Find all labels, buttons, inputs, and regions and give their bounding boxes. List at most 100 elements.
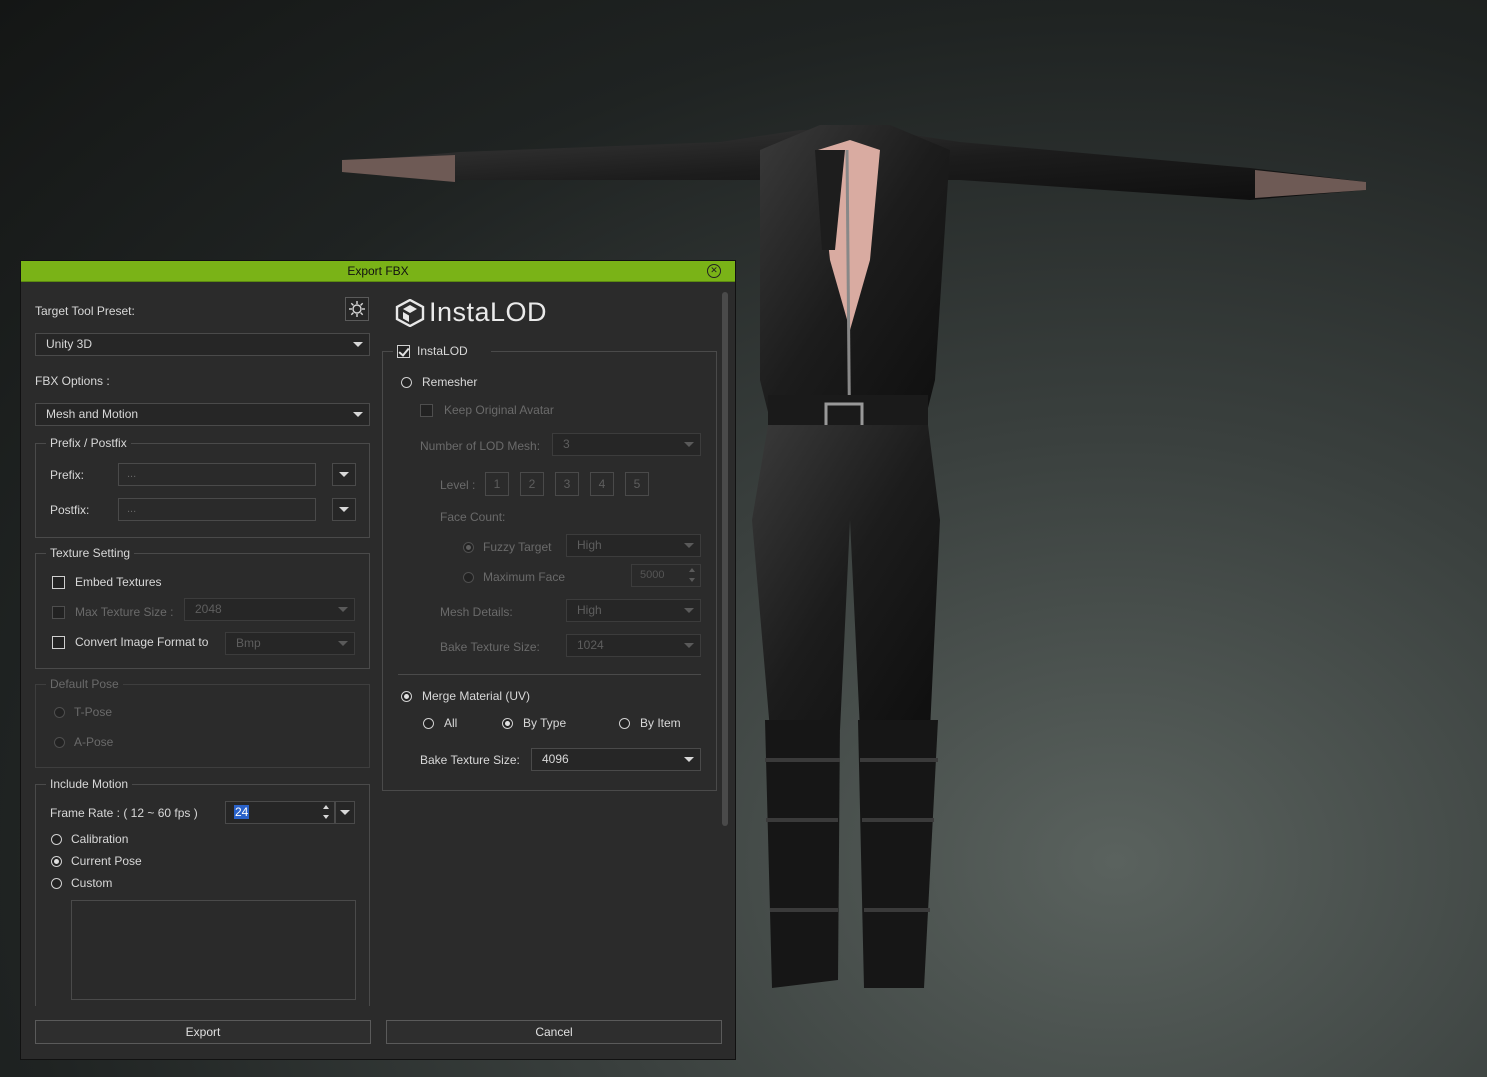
level-1-button[interactable]: 1 [485,472,509,496]
target-tool-preset-select[interactable]: Unity 3D [35,333,370,356]
chevron-down-icon [353,342,363,347]
merge-material-radio[interactable] [401,691,412,702]
chevron-down-icon [684,608,694,613]
custom-radio[interactable] [51,878,62,889]
export-button[interactable]: Export [35,1020,371,1044]
instalod-checkbox[interactable] [397,345,410,358]
merge-by-item-radio[interactable] [619,718,630,729]
chevron-down-icon [339,507,349,512]
instalod-legend: InstaLOD [393,344,491,360]
image-format-select[interactable]: Bmp [225,632,355,655]
lod-mesh-select[interactable]: 3 [552,433,701,456]
t-pose-label: T-Pose [74,705,113,719]
dialog-title-bar[interactable]: Export FBX ✕ [21,261,735,282]
cancel-button[interactable]: Cancel [386,1020,722,1044]
prefix-input[interactable]: ... [118,463,316,486]
spin-down-icon[interactable] [323,815,329,819]
prefix-dropdown-button[interactable] [332,463,356,486]
merge-all-radio[interactable] [423,718,434,729]
chevron-down-icon [340,810,350,815]
fuzzy-target-label: Fuzzy Target [483,540,552,554]
right-panel-scrollbar[interactable] [722,292,728,826]
merge-by-type-label: By Type [523,716,567,730]
a-pose-radio[interactable] [54,737,65,748]
instalod-enable-label: InstaLOD [417,344,468,358]
merge-by-item-label: By Item [640,716,681,730]
level-5-button[interactable]: 5 [625,472,649,496]
merge-material-label: Merge Material (UV) [422,689,531,703]
default-pose-group: Default Pose T-Pose A-Pose [35,677,370,768]
level-3-button[interactable]: 3 [555,472,579,496]
level-label: Level : [440,478,476,492]
calibration-label: Calibration [71,832,129,846]
spin-up-icon[interactable] [323,805,329,809]
default-pose-legend: Default Pose [46,677,123,691]
include-motion-legend: Include Motion [46,777,133,791]
current-pose-radio[interactable] [51,856,62,867]
prefix-label: Prefix: [50,468,85,482]
maximum-face-label: Maximum Face [483,570,566,584]
t-pose-radio[interactable] [54,707,65,718]
fbx-options-select[interactable]: Mesh and Motion [35,403,370,426]
embed-textures-checkbox[interactable] [52,576,65,589]
frame-rate-spinner[interactable] [321,801,333,824]
postfix-dropdown-button[interactable] [332,498,356,521]
max-texture-size-value: 2048 [195,602,222,616]
mesh-details-select[interactable]: High [566,599,701,622]
fuzzy-target-select[interactable]: High [566,534,701,557]
remesher-label: Remesher [422,375,478,389]
lod-mesh-label: Number of LOD Mesh: [420,439,541,453]
max-texture-size-checkbox[interactable] [52,606,65,619]
frame-rate-value: 24 [234,805,250,819]
max-texture-size-label: Max Texture Size : [75,605,174,619]
target-tool-preset-label: Target Tool Preset: [35,304,135,318]
export-fbx-dialog: Export FBX ✕ Target Tool Preset: Unity 3… [20,260,736,1060]
custom-label: Custom [71,876,113,890]
instalod-logo-icon [395,299,425,327]
current-pose-label: Current Pose [71,854,142,868]
maximum-face-spinner[interactable] [687,564,699,587]
chevron-down-icon [338,607,348,612]
merge-by-type-radio[interactable] [502,718,513,729]
mesh-details-value: High [577,603,602,617]
chevron-down-icon [353,412,363,417]
instalod-logo-text: InstaLOD [429,297,548,327]
preset-settings-button[interactable] [345,297,369,321]
prefix-postfix-legend: Prefix / Postfix [46,436,131,450]
convert-image-format-checkbox[interactable] [52,636,65,649]
postfix-label: Postfix: [50,503,90,517]
max-texture-size-select[interactable]: 2048 [184,598,355,621]
bake-texture-size-disabled-value: 1024 [577,638,604,652]
postfix-input[interactable]: ... [118,498,316,521]
chevron-down-icon [684,442,694,447]
bake-texture-size-select[interactable]: 4096 [531,748,701,771]
embed-textures-label: Embed Textures [75,575,162,589]
frame-rate-dropdown-button[interactable] [335,801,355,824]
maximum-face-radio[interactable] [463,572,474,583]
remesher-radio[interactable] [401,377,412,388]
chevron-down-icon [684,643,694,648]
level-4-button[interactable]: 4 [590,472,614,496]
keep-original-avatar-label: Keep Original Avatar [444,403,554,417]
frame-rate-input[interactable]: 24 [225,801,335,824]
merge-all-label: All [444,716,458,730]
close-icon[interactable]: ✕ [707,264,721,278]
chevron-down-icon [338,641,348,646]
calibration-radio[interactable] [51,834,62,845]
level-2-button[interactable]: 2 [520,472,544,496]
spin-down-icon[interactable] [689,578,695,582]
keep-original-avatar-checkbox[interactable] [420,404,433,417]
fuzzy-target-radio[interactable] [463,542,474,553]
chevron-down-icon [684,543,694,548]
bake-texture-size-label: Bake Texture Size: [420,753,520,767]
face-count-label: Face Count: [440,510,506,524]
fbx-options-value: Mesh and Motion [46,407,139,421]
chevron-down-icon [684,757,694,762]
fbx-options-label: FBX Options : [35,374,110,388]
custom-motion-list[interactable] [71,900,356,1000]
bake-texture-size-disabled-select[interactable]: 1024 [566,634,701,657]
mesh-details-label: Mesh Details: [440,605,513,619]
image-format-value: Bmp [236,636,261,650]
bake-texture-size-disabled-label: Bake Texture Size: [440,640,540,654]
spin-up-icon[interactable] [689,568,695,572]
